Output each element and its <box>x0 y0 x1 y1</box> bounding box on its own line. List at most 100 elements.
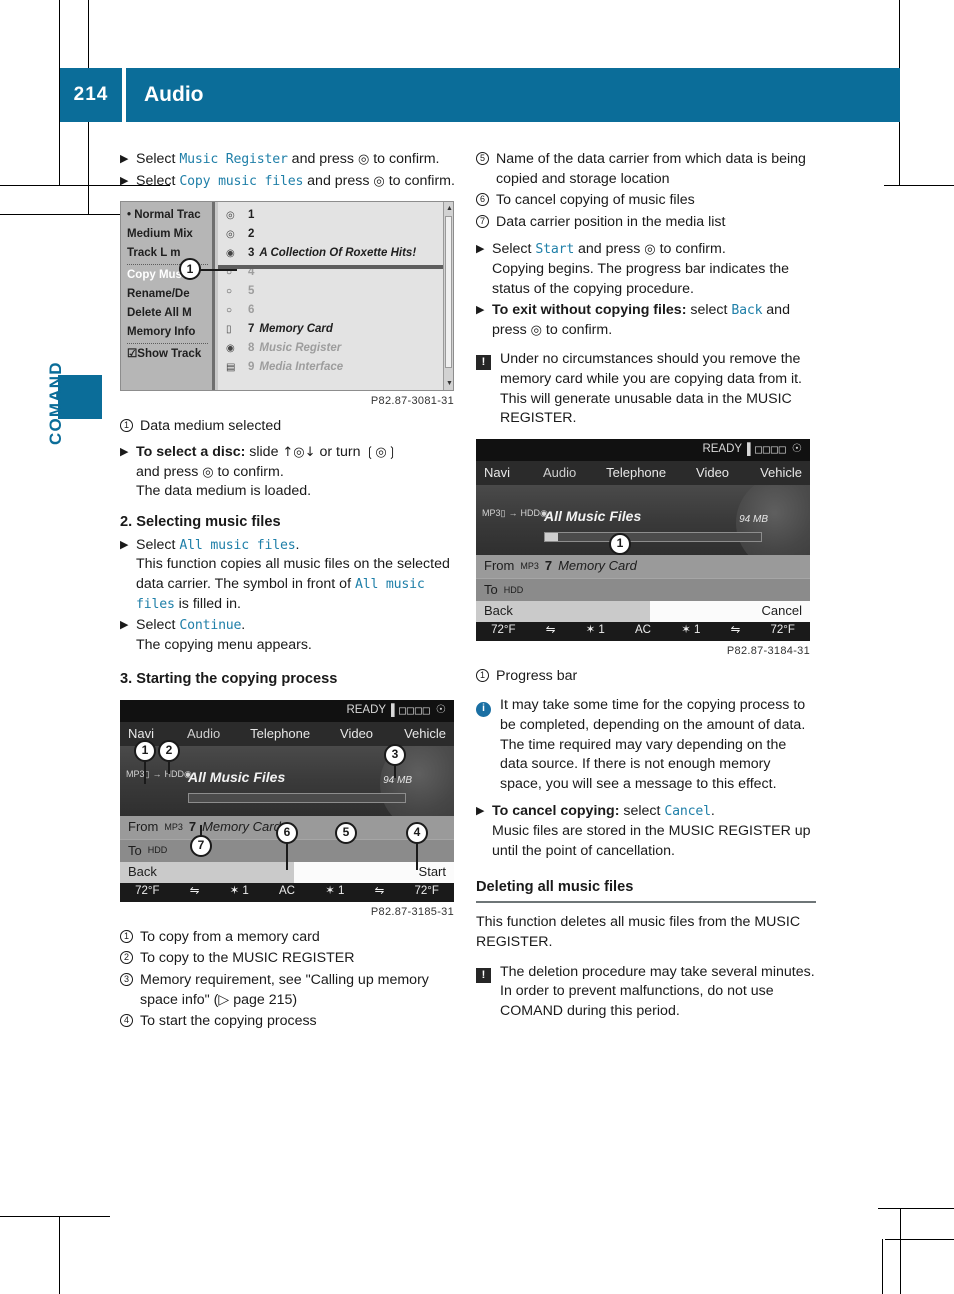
warning-notice-deletion: ! The deletion procedure may take severa… <box>476 963 816 1022</box>
from-label: From <box>484 558 515 574</box>
warning-text: Under no circumstances should you remove… <box>500 351 803 427</box>
callout-number: 2 <box>120 951 133 965</box>
menu-item-all-music-files: All music files <box>179 537 296 553</box>
media-entry-row: ◎ 2 <box>226 225 443 244</box>
entry-number: 6 <box>248 304 255 317</box>
controller-press-icon: ◎ <box>202 464 214 480</box>
disc-icon: ◎ <box>226 229 235 241</box>
media-list-separator <box>218 265 443 270</box>
climate-temp-right: 72°F <box>414 885 439 898</box>
ac-label: AC <box>279 885 295 898</box>
left-menu-item-5: Delete All M <box>127 307 192 320</box>
step-body: The copying menu appears. <box>136 636 312 653</box>
step-select-all-music-files: ▶ Select All music files. This function … <box>120 536 460 614</box>
page-title: Audio <box>126 68 900 122</box>
step-post: and press <box>287 151 358 167</box>
menu-item-start: Start <box>535 242 575 258</box>
step-tail: to confirm. <box>369 151 440 167</box>
callout-item: 7 Data carrier position in the media lis… <box>476 213 816 233</box>
climate-bar: 72°F ⇋ ✶ 1 AC ✶ 1 ⇋ 72°F <box>120 882 454 902</box>
menu-item-navi[interactable]: Navi <box>476 464 528 482</box>
copy-from-row: From MP3 7 Memory Card <box>476 554 810 578</box>
entry-number: 1 <box>248 209 255 222</box>
menu-item-music-register: Music Register <box>179 152 288 167</box>
callout-leader-line <box>197 269 237 272</box>
to-label: To <box>484 581 498 597</box>
page-number: 214 <box>60 68 122 122</box>
airflow-icon-left: ⇋ <box>545 624 556 637</box>
section-heading-deleting-all-music-files: Deleting all music files <box>476 877 816 904</box>
status-bar: READY ▌□□□□ ☉ <box>120 699 454 722</box>
entry-number: 9 <box>248 361 255 374</box>
callout-number: 5 <box>476 152 489 165</box>
entry-name: A Collection Of Roxette Hits! <box>259 247 417 260</box>
callout-number: 3 <box>120 972 133 986</box>
menu-item-vehicle[interactable]: Vehicle <box>744 464 810 482</box>
media-entry-row: ◎ 1 <box>226 206 443 225</box>
menu-item-audio[interactable]: Audio <box>528 464 591 482</box>
right-column: 5 Name of the data carrier from which da… <box>476 150 816 1025</box>
copy-title: All Music Files <box>544 507 642 524</box>
arrow-right-icon: → <box>508 507 518 518</box>
menu-item-vehicle[interactable]: Vehicle <box>388 725 454 743</box>
comand-progress-screenshot: READY ▌□□□□ ☉ Navi Audio Telephone Video… <box>476 438 810 641</box>
media-entry-row: ▯ 7 Memory Card <box>226 320 443 339</box>
copy-direction-icons: MP3▯ → HDD◉ <box>126 768 192 780</box>
scroll-down-icon[interactable]: ▼ <box>446 379 453 389</box>
back-button[interactable]: Back <box>120 861 294 883</box>
callout-bubble-1: 1 <box>609 532 631 555</box>
callout-item: 5 Name of the data carrier from which da… <box>476 150 816 189</box>
step-post: . <box>241 617 246 634</box>
menu-item-telephone[interactable]: Telephone <box>235 725 325 743</box>
start-button[interactable]: Start <box>293 861 454 883</box>
controller-slide-icon: ↑◎↓ <box>282 444 316 460</box>
scroll-up-icon[interactable]: ▲ <box>446 204 453 214</box>
scrollbar-thumb[interactable] <box>445 216 452 369</box>
callout-leader-line <box>416 841 418 870</box>
empty-slot-icon: ○ <box>226 286 233 298</box>
from-position: 7 <box>188 819 197 835</box>
crop-mark-br-h2 <box>885 1239 954 1240</box>
menu-item-video[interactable]: Video <box>681 464 744 482</box>
side-tab-label: COMAND <box>46 361 65 445</box>
crop-mark-br-v2 <box>882 1239 883 1294</box>
hdd-icon: ◉ <box>226 343 235 355</box>
bullet-arrow-icon: ▶ <box>120 538 129 551</box>
step-pre: Select <box>136 536 180 553</box>
controller-press-icon: ◎ <box>373 173 385 189</box>
back-button[interactable]: Back <box>476 600 650 622</box>
entry-number: 5 <box>248 285 255 298</box>
to-label: To <box>128 842 142 858</box>
callout-text: To cancel copying of music files <box>496 192 695 209</box>
callout-leader-line <box>286 841 288 870</box>
callout-number: 1 <box>120 929 133 943</box>
menu-item-cancel: Cancel <box>664 804 711 820</box>
menu-item-audio[interactable]: Audio <box>172 725 235 743</box>
callout-list-progress: 1 Progress bar <box>476 667 816 687</box>
menu-item-video[interactable]: Video <box>325 725 388 743</box>
callout-item: 1 To copy from a memory card <box>120 928 460 948</box>
memory-card-icon: ▯ <box>226 324 232 336</box>
crop-mark-bl-v <box>59 1216 60 1294</box>
callout-text: To start the copying process <box>140 1013 317 1030</box>
figure-caption: P82.87-3184-31 <box>726 644 810 657</box>
bullet-arrow-icon: ▶ <box>120 445 129 458</box>
step-select-music-register: ▶ Select Music Register and press ◎ to c… <box>120 150 460 170</box>
cancel-button[interactable]: Cancel <box>649 600 810 622</box>
deleting-section-body: This function deletes all music files fr… <box>476 914 801 950</box>
bullet-arrow-icon: ▶ <box>476 805 485 818</box>
callout-leader-line <box>168 761 170 774</box>
step-body: Music files are stored in the MUSIC REGI… <box>492 823 811 859</box>
from-label: From <box>128 819 159 835</box>
step-mid2: or turn <box>315 443 365 460</box>
callout-number: 7 <box>476 214 489 228</box>
callout-item: 1 Progress bar <box>476 667 816 687</box>
media-list-scrollbar[interactable]: ▲ ▼ <box>443 202 453 391</box>
climate-bar: 72°F ⇋ ✶ 1 AC ✶ 1 ⇋ 72°F <box>476 621 810 641</box>
climate-temp-left: 72°F <box>135 885 160 898</box>
arrow-right-icon: → <box>152 768 162 779</box>
crop-mark-tr-h <box>884 185 954 186</box>
step-select-continue: ▶ Select Continue. The copying menu appe… <box>120 616 460 655</box>
bullet-arrow-icon: ▶ <box>120 619 129 632</box>
menu-item-telephone[interactable]: Telephone <box>591 464 681 482</box>
